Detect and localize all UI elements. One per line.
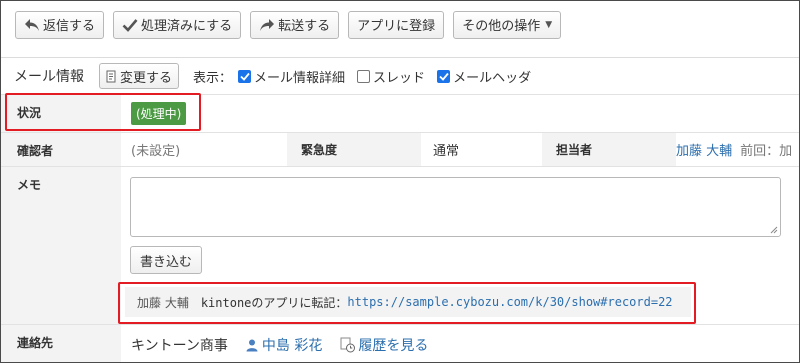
edit-document-icon <box>106 70 118 83</box>
toolbar: 返信する 処理済みにする 転送する アプリに登録 その他の操作 ▼ <box>1 1 799 48</box>
memo-text: kintoneのアプリに転記： <box>200 295 348 310</box>
mail-info-header: メール情報 変更する 表示： メール情報詳細 スレッド メールヘッダ <box>1 57 799 94</box>
mark-processed-button[interactable]: 処理済みにする <box>113 10 242 39</box>
memo-label: メモ <box>1 167 121 324</box>
show-thread-checkbox[interactable]: スレッド <box>357 67 425 86</box>
contact-person-link[interactable]: 中島 彩花 <box>245 335 322 355</box>
mark-processed-label: 処理済みにする <box>141 19 233 34</box>
forward-label: 転送する <box>278 19 331 34</box>
assignee-link[interactable]: 加藤 大輔 <box>676 140 732 159</box>
urgency-label: 緊急度 <box>287 133 421 166</box>
other-operations-dropdown[interactable]: その他の操作 ▼ <box>453 10 562 39</box>
write-button-label: 書き込む <box>140 254 193 270</box>
status-row: 状況 (処理中) <box>1 94 799 132</box>
memo-entry: 加藤 大輔 kintoneのアプリに転記： https://sample.cyb… <box>125 287 691 317</box>
show-mail-header-label: メールヘッダ <box>453 70 532 86</box>
show-mail-header-checkbox[interactable]: メールヘッダ <box>437 67 531 86</box>
change-button[interactable]: 変更する <box>99 63 180 89</box>
urgency-value: 通常 <box>433 144 460 159</box>
previous-assignee-text: 前回：加 <box>740 144 793 159</box>
mail-detail-window: 返信する 処理済みにする 転送する アプリに登録 その他の操作 ▼ メール情報 <box>0 0 800 363</box>
show-thread-label: スレッド <box>373 70 426 86</box>
show-mail-details-checkbox[interactable]: メール情報詳細 <box>238 67 345 86</box>
reply-button[interactable]: 返信する <box>15 10 105 39</box>
history-icon <box>340 337 356 352</box>
contact-row: 連絡先 キントーン商事 中島 彩花 履歴を見る <box>1 324 799 362</box>
assignee-label: 担当者 <box>542 133 676 166</box>
contact-company: キントーン商事 <box>131 337 228 354</box>
write-button[interactable]: 書き込む <box>130 246 203 274</box>
contact-person-name: 中島 彩花 <box>261 337 323 354</box>
show-mail-details-label: メール情報詳細 <box>254 70 346 86</box>
view-history-link[interactable]: 履歴を見る <box>340 335 428 355</box>
status-label: 状況 <box>1 95 121 132</box>
chevron-down-icon: ▼ <box>545 19 553 30</box>
contact-label: 連絡先 <box>1 325 121 362</box>
forward-button[interactable]: 転送する <box>250 10 340 39</box>
resize-handle-icon[interactable] <box>770 226 778 234</box>
check-icon <box>122 17 138 33</box>
confirmer-label: 確認者 <box>1 133 121 166</box>
checkbox-unchecked-icon <box>357 69 371 83</box>
mail-info-title: メール情報 <box>14 69 84 85</box>
reply-label: 返信する <box>43 19 96 34</box>
confirmer-value: (未設定) <box>131 144 181 159</box>
checkbox-checked-icon <box>437 69 451 83</box>
display-label: 表示： <box>193 70 233 86</box>
reply-icon <box>24 17 40 33</box>
register-to-app-button[interactable]: アプリに登録 <box>348 10 445 39</box>
forward-icon <box>259 17 275 33</box>
other-operations-label: その他の操作 <box>462 19 541 34</box>
person-icon <box>246 339 258 351</box>
memo-textarea[interactable] <box>130 177 781 237</box>
confirmer-row: 確認者 (未設定) 緊急度 通常 担当者 加藤 大輔 前回：加 <box>1 132 799 166</box>
view-history-label: 履歴を見る <box>358 337 429 354</box>
status-badge[interactable]: (処理中) <box>131 102 187 125</box>
memo-author: 加藤 大輔 <box>137 295 189 310</box>
change-button-label: 変更する <box>120 70 173 86</box>
register-to-app-label: アプリに登録 <box>357 19 436 34</box>
checkbox-checked-icon <box>238 69 252 83</box>
memo-record-link[interactable]: https://sample.cybozu.com/k/30/show#reco… <box>347 295 672 309</box>
